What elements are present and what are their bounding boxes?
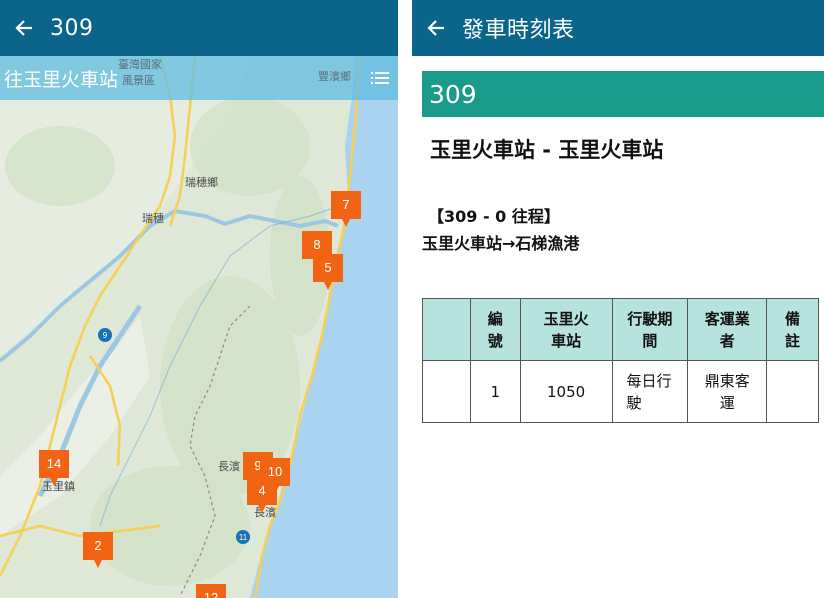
timetable: 編號 玉里火 車站 行駛期間 客運業者 備註 1 1050 每日行駛 鼎東客運 bbox=[422, 298, 819, 423]
cell-operator: 鼎東客運 bbox=[687, 360, 768, 423]
header-cell-departure: 玉里火 車站 bbox=[519, 298, 613, 361]
timetable-screen: 發車時刻表 309 玉里火車站 - 玉里火車站 【309 - 0 往程】 玉里火… bbox=[412, 0, 824, 598]
route-number-banner: 309 bbox=[422, 71, 824, 117]
stop-marker-number: 12 bbox=[203, 589, 219, 598]
header-cell-remark: 備註 bbox=[766, 298, 819, 361]
map-label-ruisui: 瑞穗 bbox=[142, 212, 164, 225]
road-shield-9: 9 bbox=[98, 328, 112, 342]
stop-marker[interactable]: 12 bbox=[194, 582, 228, 598]
stop-marker-number: 14 bbox=[46, 455, 62, 471]
header-cell-period: 行駛期間 bbox=[611, 298, 689, 361]
stop-marker[interactable]: 4 bbox=[245, 475, 279, 515]
page-title: 309 bbox=[50, 15, 94, 41]
cell-blank bbox=[422, 360, 471, 423]
back-arrow-icon bbox=[15, 20, 32, 36]
table-header-row: 編號 玉里火 車站 行駛期間 客運業者 備註 bbox=[422, 298, 819, 361]
stop-list-button[interactable] bbox=[362, 56, 398, 100]
page-title: 發車時刻表 bbox=[462, 18, 575, 43]
timetable-app-bar: 發車時刻表 bbox=[412, 0, 824, 56]
road-shield-11: 11 bbox=[236, 530, 250, 544]
cell-remark bbox=[766, 360, 819, 423]
stop-marker-number: 2 bbox=[94, 537, 102, 553]
stop-marker[interactable]: 14 bbox=[37, 448, 71, 488]
route-map[interactable] bbox=[0, 56, 398, 598]
back-button[interactable] bbox=[414, 0, 458, 56]
header-cell-blank bbox=[422, 298, 471, 361]
stop-marker[interactable]: 2 bbox=[81, 530, 115, 570]
stop-marker[interactable]: 5 bbox=[311, 252, 345, 292]
map-label-scenic-area: 風景區 bbox=[122, 74, 155, 87]
map-app-bar: 309 bbox=[0, 0, 398, 56]
stop-marker-number: 5 bbox=[324, 259, 332, 275]
back-button[interactable] bbox=[2, 0, 46, 56]
cell-period: 每日行駛 bbox=[611, 360, 689, 423]
route-name: 玉里火車站 - 玉里火車站 bbox=[430, 138, 664, 162]
map-label-fengbin: 豐濱鄉 bbox=[318, 70, 351, 83]
cell-number: 1 bbox=[469, 360, 521, 423]
stop-marker[interactable]: 7 bbox=[329, 189, 363, 229]
map-label-changbin: 長濱 bbox=[218, 460, 240, 473]
stop-marker-number: 7 bbox=[342, 196, 350, 212]
table-row: 1 1050 每日行駛 鼎東客運 bbox=[422, 360, 819, 423]
header-cell-operator: 客運業者 bbox=[687, 298, 768, 361]
map-label-national-scenic: 臺灣國家 bbox=[118, 58, 162, 71]
trip-path: 玉里火車站→石梯漁港 bbox=[422, 234, 580, 253]
stop-marker-number: 4 bbox=[258, 482, 266, 498]
cell-departure: 1050 bbox=[519, 360, 613, 423]
list-icon bbox=[371, 72, 389, 84]
back-arrow-icon bbox=[427, 20, 444, 36]
header-cell-number: 編號 bbox=[469, 298, 521, 361]
map-screen: 瑞穗鄉 瑞穗 玉里鎮 長濱 長濱 9 11 7 8 5 14 9 10 4 2 … bbox=[0, 0, 398, 598]
map-label-ruisui-township: 瑞穗鄉 bbox=[185, 176, 218, 189]
trip-code: 【309 - 0 往程】 bbox=[428, 207, 560, 226]
direction-label[interactable]: 往玉里火車站 bbox=[4, 65, 118, 92]
